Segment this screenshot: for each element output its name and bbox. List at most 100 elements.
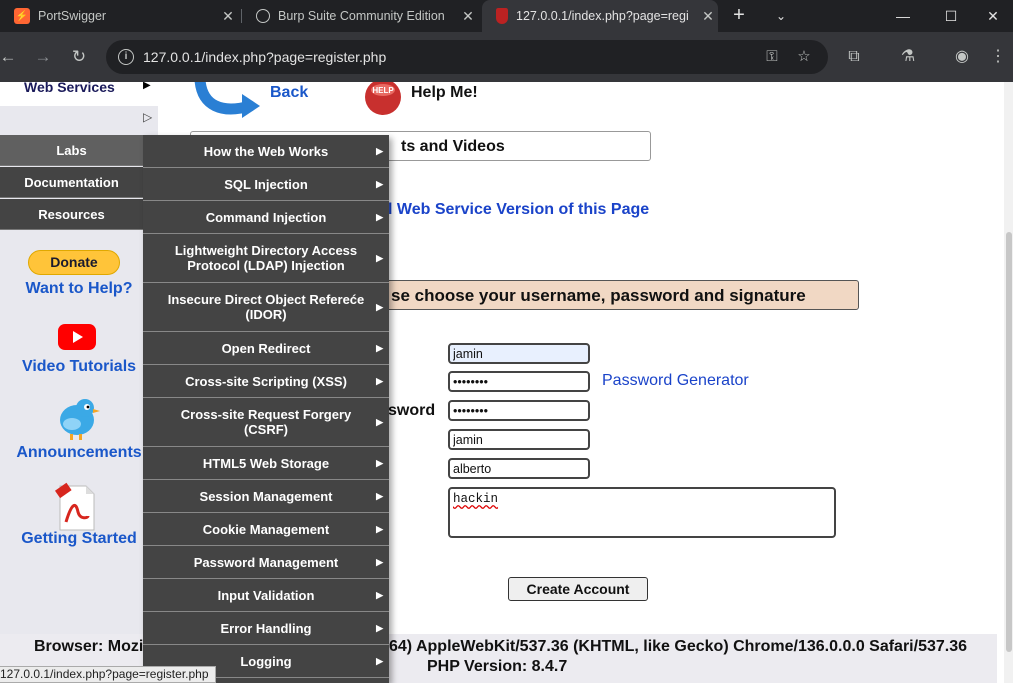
flyout-item-idor[interactable]: Insecure Direct Object Refereće (IDOR) ▶ <box>143 283 389 332</box>
hints-label: ts and Videos <box>401 138 505 155</box>
announcements-link[interactable]: Announcements <box>0 444 158 462</box>
twitter-bird-icon[interactable] <box>52 394 102 442</box>
flyout-item-label: Error Handling <box>220 620 312 636</box>
tab-register-page[interactable]: 127.0.0.1/index.php?page=regi ✕ <box>482 0 718 32</box>
minimize-icon[interactable]: — <box>880 0 926 32</box>
menu-item-resources[interactable]: Resources <box>0 199 143 230</box>
flyout-item-session-management[interactable]: Session Management ▶ <box>143 480 389 513</box>
getting-started-link[interactable]: Getting Started <box>0 530 158 548</box>
arrow-right-icon: ▶ <box>376 622 383 633</box>
forward-arrow-icon[interactable]: → <box>31 45 55 69</box>
tab-title: PortSwigger <box>38 9 107 23</box>
signature-text: hackin <box>453 492 499 506</box>
extensions-icon[interactable]: ⧉ <box>844 47 864 67</box>
flyout-item-xss[interactable]: Cross-site Scripting (XSS) ▶ <box>143 365 389 398</box>
menu-item-label: Documentation <box>24 175 119 190</box>
maximize-icon[interactable]: ☐ <box>928 0 974 32</box>
arrow-right-icon: ▶ <box>376 523 383 534</box>
status-bar-url: 127.0.0.1/index.php?page=register.php <box>0 666 216 683</box>
flyout-item-command-injection[interactable]: Command Injection ▶ <box>143 201 389 234</box>
menu-item-web-services[interactable]: Web Services ▶ <box>0 82 158 106</box>
help-me-icon[interactable]: HELP <box>362 82 404 118</box>
key-icon[interactable]: ⚿ <box>763 48 781 66</box>
flyout-item-sql-injection[interactable]: SQL Injection ▶ <box>143 168 389 201</box>
tab-burp-suite[interactable]: Burp Suite Community Edition ✕ <box>242 0 478 32</box>
star-icon[interactable]: ☆ <box>795 48 813 66</box>
video-tutorials-link[interactable]: Video Tutorials <box>0 358 158 376</box>
menu-item-labs[interactable]: Labs <box>0 135 143 166</box>
menu-kebab-icon[interactable]: ⋮ <box>988 47 1008 67</box>
arrow-right-icon: ▶ <box>376 655 383 666</box>
tab-title: 127.0.0.1/index.php?page=regi <box>516 9 689 23</box>
menu-item-documentation[interactable]: Documentation <box>0 167 143 198</box>
portswigger-icon: ⚡ <box>14 8 30 24</box>
arrow-right-icon: ▶ <box>376 589 383 600</box>
close-icon[interactable]: ✕ <box>218 8 238 25</box>
confirm-password-label: sword <box>388 402 436 419</box>
flyout-item-label: Command Injection <box>205 209 327 225</box>
arrow-right-icon: ▶ <box>376 145 383 156</box>
arrow-right-icon: ▶ <box>376 342 383 353</box>
flyout-item-label: Logging <box>240 653 292 669</box>
arrow-right-icon: ▶ <box>376 457 383 468</box>
globe-icon <box>256 9 270 23</box>
want-to-help-link[interactable]: Want to Help? <box>0 280 158 298</box>
close-window-icon[interactable]: ✕ <box>970 0 1013 32</box>
tab-search-chevron-icon[interactable]: ⌄ <box>770 4 792 28</box>
php-version: PHP Version: 8.4.7 <box>427 658 568 675</box>
arrow-right-icon: ▶ <box>376 375 383 386</box>
web-service-version-link[interactable]: l Web Service Version of this Page <box>388 201 649 219</box>
flyout-item-label: Session Management <box>199 488 333 504</box>
arrow-right-icon: ▶ <box>376 490 383 501</box>
password-field[interactable] <box>448 371 590 392</box>
pdf-icon[interactable] <box>54 482 98 532</box>
flyout-item-password-management[interactable]: Password Management ▶ <box>143 546 389 579</box>
flyout-item-open-redirect[interactable]: Open Redirect ▶ <box>143 332 389 365</box>
create-account-button[interactable]: Create Account <box>508 577 648 601</box>
help-me-link[interactable]: Help Me! <box>411 84 478 102</box>
confirm-password-field[interactable] <box>448 400 590 421</box>
scrollbar-thumb[interactable] <box>1006 232 1012 652</box>
flyout-item-label: Input Validation <box>217 587 315 603</box>
flyout-item-label: Cross-site Scripting (XSS) <box>185 373 347 389</box>
menu-item-label: Labs <box>56 143 87 158</box>
profile-icon[interactable]: ◉ <box>952 47 972 67</box>
close-icon[interactable]: ✕ <box>698 8 718 25</box>
flyout-item-csrf[interactable]: Cross-site Request Forgery (CSRF) ▶ <box>143 398 389 447</box>
first-name-field[interactable] <box>448 429 590 450</box>
page-viewport: Web Services ▶ ▷ Labs Documentation Reso… <box>0 82 1013 683</box>
username-field[interactable] <box>448 343 590 364</box>
tab-portswigger[interactable]: ⚡ PortSwigger ✕ <box>0 0 238 32</box>
flyout-item-html5-web-storage[interactable]: HTML5 Web Storage ▶ <box>143 447 389 480</box>
flyout-item-label: Cross-site Request Forgery (CSRF) <box>180 407 352 437</box>
url-text[interactable]: 127.0.0.1/index.php?page=register.php <box>143 49 386 65</box>
new-tab-button[interactable]: + <box>728 4 750 28</box>
close-icon[interactable]: ✕ <box>458 8 478 25</box>
reload-icon[interactable]: ↻ <box>67 45 91 69</box>
back-arrow-icon[interactable]: ← <box>0 45 20 69</box>
password-generator-link[interactable]: Password Generator <box>602 372 749 390</box>
labs-flask-icon[interactable]: ⚗ <box>898 47 918 67</box>
flyout-item-label: Cookie Management <box>202 521 330 537</box>
banner-text: se choose your username, password and si… <box>391 286 806 305</box>
flyout-item-cookie-management[interactable]: Cookie Management ▶ <box>143 513 389 546</box>
tab-title: Burp Suite Community Edition <box>278 9 445 23</box>
youtube-icon[interactable] <box>58 324 96 350</box>
browser-info-prefix: Browser: Mozil <box>34 638 148 655</box>
menu-item-label: Web Services <box>24 82 115 95</box>
back-link[interactable]: Back <box>270 84 308 102</box>
flyout-item-error-handling[interactable]: Error Handling ▶ <box>143 612 389 645</box>
donate-button[interactable]: Donate <box>28 250 120 275</box>
address-bar[interactable]: i 127.0.0.1/index.php?page=register.php … <box>106 40 828 74</box>
signature-textarea[interactable]: hackin <box>448 487 836 538</box>
flyout-item-input-validation[interactable]: Input Validation ▶ <box>143 579 389 612</box>
flyout-item-label: Insecure Direct Object Refereće (IDOR) <box>167 292 365 322</box>
browser-info-suffix: 64) AppleWebKit/537.36 (KHTML, like Geck… <box>389 638 968 655</box>
flyout-item-ldap-injection[interactable]: Lightweight Directory Access Protocol (L… <box>143 234 389 283</box>
info-icon[interactable]: i <box>118 49 134 65</box>
flyout-item-how-the-web-works[interactable]: How the Web Works ▶ <box>143 135 389 168</box>
flyout-item-label: Lightweight Directory Access Protocol (L… <box>174 243 358 273</box>
last-name-field[interactable] <box>448 458 590 479</box>
svg-text:HELP: HELP <box>372 86 394 95</box>
back-arrow-icon[interactable] <box>192 82 262 122</box>
